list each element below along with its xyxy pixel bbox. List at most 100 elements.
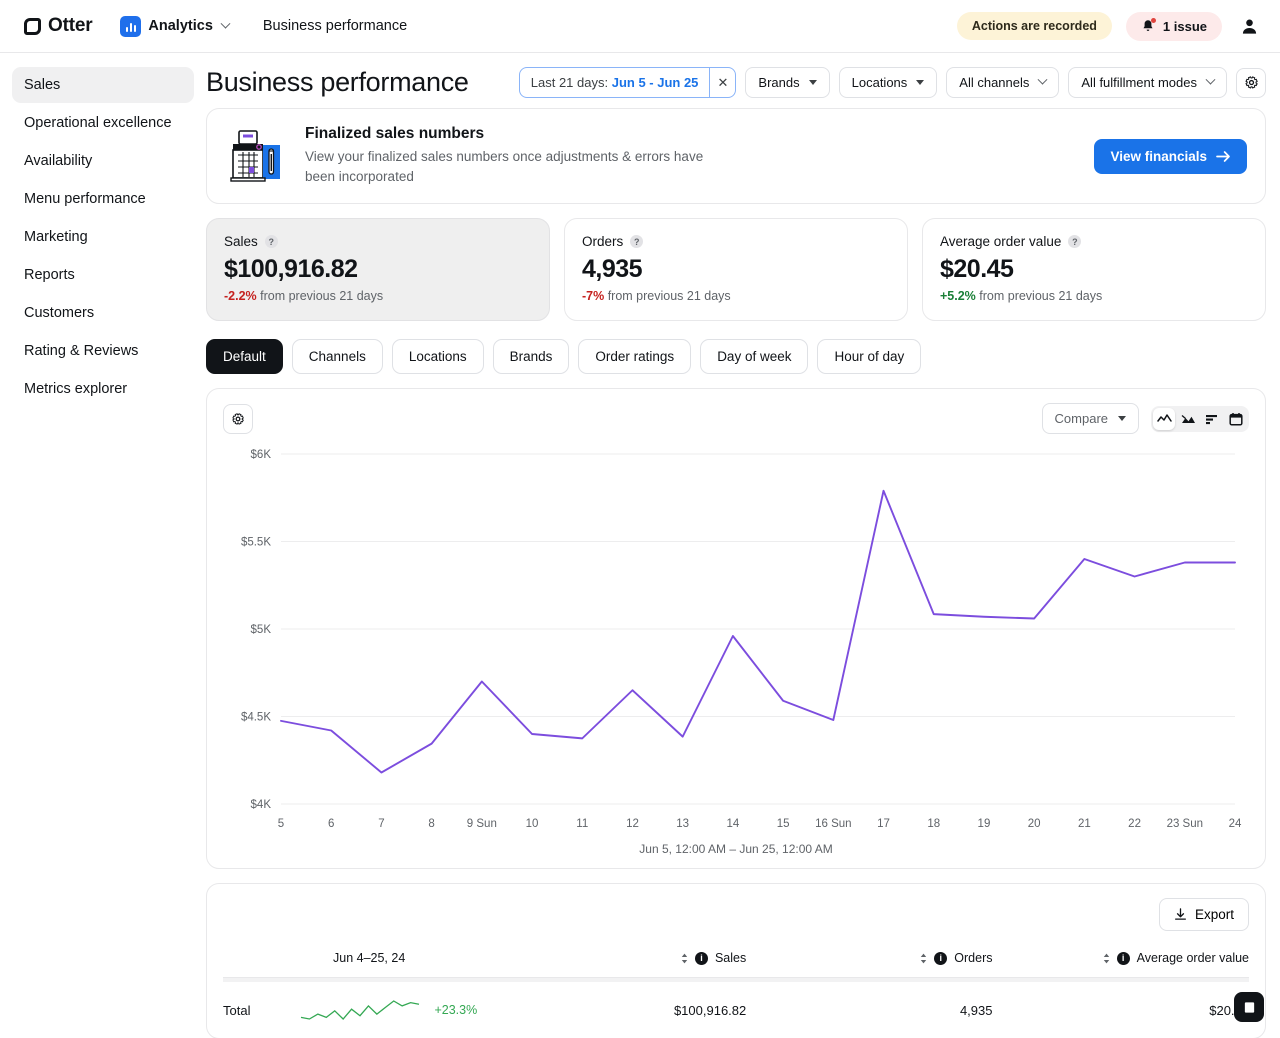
sidebar-item-menu-performance[interactable]: Menu performance (12, 181, 194, 217)
app-switcher[interactable]: Analytics (120, 16, 228, 37)
sidebar-item-reports[interactable]: Reports (12, 257, 194, 293)
locations-filter[interactable]: Locations (839, 67, 938, 98)
help-icon[interactable]: ? (1068, 235, 1081, 248)
chart-caption: Jun 5, 12:00 AM – Jun 25, 12:00 AM (223, 842, 1249, 856)
line-chart-icon[interactable] (1153, 408, 1175, 430)
info-icon[interactable]: i (1117, 952, 1130, 965)
settings-button[interactable] (1236, 68, 1266, 98)
arrow-right-icon (1216, 150, 1231, 163)
compare-label: Compare (1055, 411, 1108, 426)
tab-hour-of-day[interactable]: Hour of day (817, 339, 921, 374)
chevron-down-icon (1206, 75, 1216, 85)
brands-filter-label: Brands (758, 75, 799, 90)
row-name: Total (223, 1003, 250, 1018)
svg-text:$5K: $5K (251, 624, 272, 636)
svg-text:$5.5K: $5.5K (241, 537, 271, 549)
export-button[interactable]: Export (1159, 898, 1249, 931)
bar-chart-icon[interactable] (1201, 408, 1223, 430)
chart-view-switcher (1151, 406, 1249, 432)
svg-text:$4.5K: $4.5K (241, 712, 271, 724)
sort-icon[interactable] (1103, 953, 1110, 964)
kpi-orders-delta: -7% from previous 21 days (582, 289, 890, 303)
kpi-card-sales[interactable]: Sales ? $100,916.82 -2.2% from previous … (206, 218, 550, 321)
breadcrumb[interactable]: Business performance (263, 18, 407, 34)
help-icon[interactable]: ? (265, 235, 278, 248)
tab-locations[interactable]: Locations (392, 339, 484, 374)
table-toolbar: Export (223, 898, 1249, 931)
kpi-cards: Sales ? $100,916.82 -2.2% from previous … (206, 218, 1266, 321)
top-bar: Otter Analytics Business performance Act… (0, 0, 1280, 53)
svg-text:16 Sun: 16 Sun (815, 818, 851, 830)
svg-text:6: 6 (328, 818, 334, 830)
column-header-date: Jun 4–25, 24 (223, 945, 490, 978)
sort-icon[interactable] (681, 953, 688, 964)
fulfillment-modes-filter[interactable]: All fulfillment modes (1068, 67, 1227, 98)
kpi-card-average-order-value[interactable]: Average order value ? $20.45 +5.2% from … (922, 218, 1266, 321)
chevron-down-icon (809, 80, 817, 85)
sidebar-item-sales[interactable]: Sales (12, 67, 194, 103)
row-aov-value: $20.45 (992, 982, 1249, 1038)
sales-line-chart[interactable]: $6K$5.5K$5K$4.5K$4K56789 Sun101112131415… (223, 440, 1249, 840)
export-label: Export (1195, 907, 1234, 922)
sidebar-item-rating-reviews[interactable]: Rating & Reviews (12, 333, 194, 369)
fulfillment-filter-label: All fulfillment modes (1081, 75, 1197, 90)
area-chart-icon[interactable] (1177, 408, 1199, 430)
svg-text:14: 14 (726, 818, 739, 830)
kpi-card-orders[interactable]: Orders ? 4,935 -7% from previous 21 days (564, 218, 908, 321)
sidebar-item-customers[interactable]: Customers (12, 295, 194, 331)
brands-filter[interactable]: Brands (745, 67, 829, 98)
info-icon[interactable]: i (934, 952, 947, 965)
brand-logo[interactable]: Otter (24, 15, 92, 37)
channels-filter-label: All channels (959, 75, 1029, 90)
calendar-icon[interactable] (1225, 408, 1247, 430)
chat-icon (1243, 1001, 1256, 1014)
avatar[interactable] (1236, 13, 1262, 39)
kpi-orders-label: Orders (582, 234, 623, 249)
sidebar-item-metrics-explorer[interactable]: Metrics explorer (12, 371, 194, 407)
kpi-label: Orders ? (582, 234, 890, 249)
column-header-orders[interactable]: i Orders (746, 945, 992, 978)
tab-brands[interactable]: Brands (493, 339, 570, 374)
sort-icon[interactable] (920, 953, 927, 964)
column-header-sales[interactable]: i Sales (490, 945, 747, 978)
sidebar-item-operational-excellence[interactable]: Operational excellence (12, 105, 194, 141)
tab-default[interactable]: Default (206, 339, 283, 374)
table-row[interactable]: Total +23.3% $100,916.82 4,935 $20.45 (223, 982, 1249, 1038)
otter-logo-icon (24, 18, 41, 35)
info-icon[interactable]: i (695, 952, 708, 965)
chart-toolbar: Compare (223, 403, 1249, 434)
chat-support-button[interactable] (1234, 992, 1264, 1022)
kpi-label: Average order value ? (940, 234, 1248, 249)
compare-dropdown[interactable]: Compare (1042, 403, 1139, 434)
sparkline (300, 998, 420, 1022)
sidebar-item-availability[interactable]: Availability (12, 143, 194, 179)
chart-settings-button[interactable] (223, 404, 253, 434)
download-icon (1174, 908, 1187, 921)
date-range-filter[interactable]: Last 21 days: Jun 5 - Jun 25 ✕ (519, 67, 737, 98)
view-financials-label: View financials (1110, 149, 1207, 164)
top-bar-actions: Actions are recorded 1 issue (957, 12, 1262, 41)
svg-text:$4K: $4K (251, 799, 272, 811)
tab-order-ratings[interactable]: Order ratings (578, 339, 691, 374)
svg-text:20: 20 (1028, 818, 1041, 830)
page-title: Business performance (206, 67, 469, 98)
chart-toolbar-right: Compare (1042, 403, 1249, 434)
channels-filter[interactable]: All channels (946, 67, 1059, 98)
sidebar-item-marketing[interactable]: Marketing (12, 219, 194, 255)
kpi-aov-delta: +5.2% from previous 21 days (940, 289, 1248, 303)
issues-button[interactable]: 1 issue (1126, 12, 1222, 41)
svg-text:21: 21 (1078, 818, 1091, 830)
row-orders-value: 4,935 (746, 982, 992, 1038)
tab-channels[interactable]: Channels (292, 339, 383, 374)
svg-text:7: 7 (378, 818, 384, 830)
tab-day-of-week[interactable]: Day of week (700, 339, 808, 374)
locations-filter-label: Locations (852, 75, 908, 90)
help-icon[interactable]: ? (630, 235, 643, 248)
column-header-aov[interactable]: i Average order value (992, 945, 1249, 978)
page-header: Business performance Last 21 days: Jun 5… (206, 53, 1266, 108)
kpi-sales-delta: -2.2% from previous 21 days (224, 289, 532, 303)
view-financials-button[interactable]: View financials (1094, 139, 1247, 174)
clear-date-filter-icon[interactable]: ✕ (709, 68, 735, 97)
svg-text:22: 22 (1128, 818, 1141, 830)
svg-text:5: 5 (278, 818, 284, 830)
